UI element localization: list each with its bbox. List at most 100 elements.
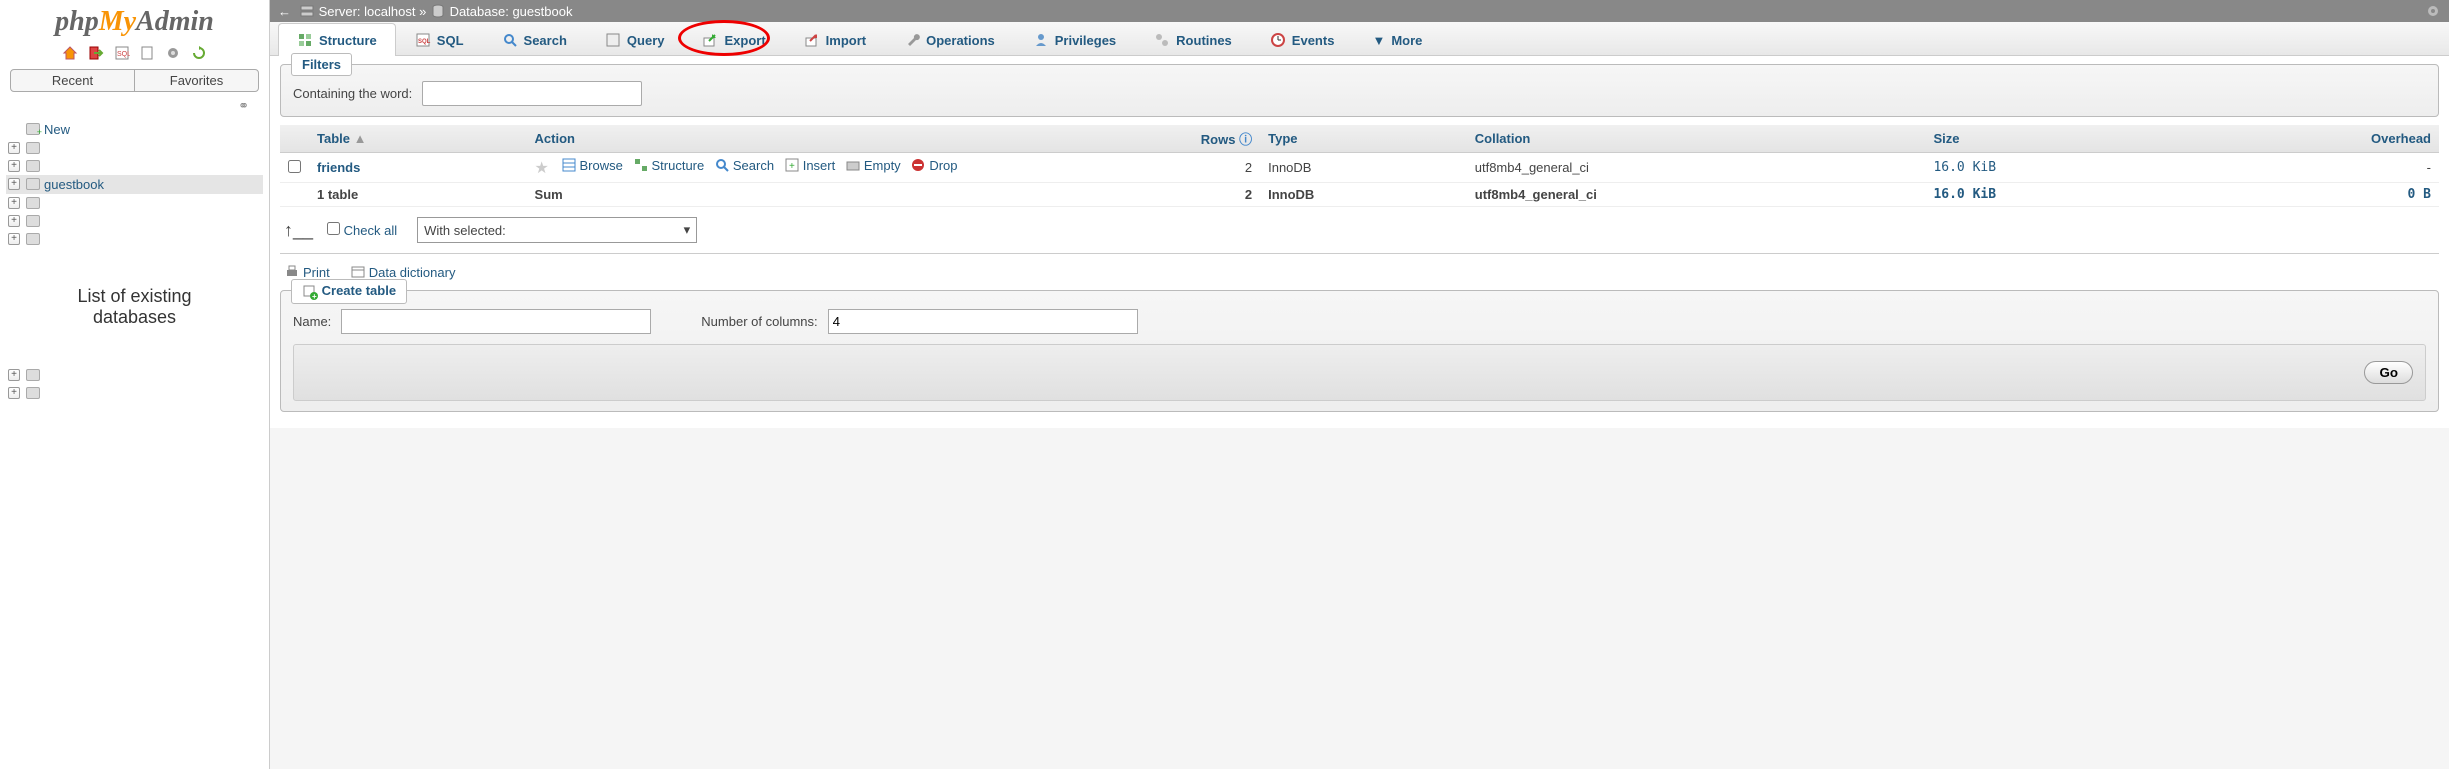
table-name-link[interactable]: friends xyxy=(317,160,360,175)
cols-label: Number of columns: xyxy=(701,314,817,329)
tables-list: Table ▲ Action Rows ⓘ Type Collation Siz… xyxy=(280,125,2439,207)
sql-icon: SQL xyxy=(415,32,431,48)
drop-icon xyxy=(910,157,926,173)
col-action: Action xyxy=(527,125,1037,153)
star-icon[interactable]: ★ xyxy=(535,160,549,177)
db-item[interactable]: + xyxy=(6,366,263,384)
col-type[interactable]: Type xyxy=(1260,125,1467,153)
new-db[interactable]: + New xyxy=(6,120,263,139)
table-name-input[interactable] xyxy=(341,309,651,334)
query-icon xyxy=(605,32,621,48)
links-row: Print Data dictionary xyxy=(280,254,2439,290)
tab-recent[interactable]: Recent xyxy=(11,70,135,91)
print-link[interactable]: Print xyxy=(284,264,330,280)
server-icon xyxy=(299,3,315,19)
checkall[interactable]: Check all xyxy=(327,222,403,238)
col-overhead[interactable]: Overhead xyxy=(2187,125,2439,153)
col-table[interactable]: Table ▲ xyxy=(309,125,527,153)
action-search[interactable]: Search xyxy=(714,157,774,173)
tab-favorites[interactable]: Favorites xyxy=(135,70,258,91)
create-table-fieldset: + Create table Name: Number of columns: … xyxy=(280,290,2439,412)
empty-icon xyxy=(845,157,861,173)
import-icon xyxy=(804,32,820,48)
svg-text:SQL: SQL xyxy=(117,51,130,58)
export-icon xyxy=(702,32,718,48)
tabbar: Structure SQLSQL Search Query Export Imp… xyxy=(270,22,2449,56)
svg-text:SQL: SQL xyxy=(418,39,431,45)
new-db-icon: + xyxy=(26,123,40,135)
structure-icon xyxy=(297,32,313,48)
browse-icon xyxy=(561,157,577,173)
back-arrow[interactable]: ← xyxy=(278,4,291,19)
row-checkbox[interactable] xyxy=(288,160,301,173)
print-icon xyxy=(284,264,300,280)
filter-label: Containing the word: xyxy=(293,86,412,101)
create-table-legend: + Create table xyxy=(291,279,407,304)
settings-gear-icon[interactable] xyxy=(2425,3,2441,19)
db-item-selected[interactable]: +guestbook xyxy=(6,175,263,194)
svg-text:+: + xyxy=(312,292,317,300)
sidebar-toolbar: SQL xyxy=(0,40,269,65)
go-button[interactable]: Go xyxy=(2364,361,2413,384)
name-label: Name: xyxy=(293,314,331,329)
db-item[interactable]: + xyxy=(6,384,263,402)
search-icon xyxy=(502,32,518,48)
col-collation[interactable]: Collation xyxy=(1467,125,1926,153)
db-tree: + New + + +guestbook + + + List of exist… xyxy=(0,116,269,406)
tab-search[interactable]: Search xyxy=(483,23,586,56)
doc-icon[interactable] xyxy=(139,45,155,61)
action-structure[interactable]: Structure xyxy=(633,157,705,173)
tab-query[interactable]: Query xyxy=(586,23,684,56)
col-rows[interactable]: Rows ⓘ xyxy=(1037,125,1261,153)
chevron-down-icon: ▼ xyxy=(1372,33,1385,48)
columns-input[interactable] xyxy=(828,309,1138,334)
help-icon[interactable]: ⓘ xyxy=(1239,132,1252,147)
action-empty[interactable]: Empty xyxy=(845,157,901,173)
filters-legend: Filters xyxy=(291,53,352,76)
with-selected-dropdown[interactable]: With selected:▾ xyxy=(417,217,697,243)
reload-icon[interactable] xyxy=(191,45,207,61)
database-icon xyxy=(430,3,446,19)
exit-icon[interactable] xyxy=(88,45,104,61)
logo[interactable]: phpMyAdmin xyxy=(0,0,269,40)
action-drop[interactable]: Drop xyxy=(910,157,957,173)
tab-export[interactable]: Export xyxy=(683,23,784,56)
db-item[interactable]: + xyxy=(6,230,263,248)
tab-routines[interactable]: Routines xyxy=(1135,23,1251,56)
sidebar-nav-tabs: Recent Favorites xyxy=(10,69,259,92)
home-icon[interactable] xyxy=(62,45,78,61)
db-item[interactable]: + xyxy=(6,212,263,230)
tab-structure[interactable]: Structure xyxy=(278,23,396,56)
filter-input[interactable] xyxy=(422,81,642,106)
tab-more[interactable]: ▼More xyxy=(1353,23,1441,56)
new-table-icon: + xyxy=(302,284,318,300)
db-item[interactable]: + xyxy=(6,194,263,212)
db-item[interactable]: + xyxy=(6,157,263,175)
sql-icon[interactable]: SQL xyxy=(114,45,130,61)
db-item[interactable]: + xyxy=(6,139,263,157)
action-browse[interactable]: Browse xyxy=(561,157,623,173)
tab-operations[interactable]: Operations xyxy=(885,23,1014,56)
action-insert[interactable]: +Insert xyxy=(784,157,836,173)
go-bar: Go xyxy=(293,344,2426,401)
privileges-icon xyxy=(1033,32,1049,48)
breadcrumb: ← Server: localhost » Database: guestboo… xyxy=(270,0,2449,22)
tab-import[interactable]: Import xyxy=(785,23,885,56)
sidebar: phpMyAdmin SQL Recent Favorites ⚭ + New … xyxy=(0,0,270,769)
sum-row: 1 table Sum 2 InnoDB utf8mb4_general_ci … xyxy=(280,183,2439,207)
annotation-text: List of existing databases xyxy=(6,248,263,366)
tab-privileges[interactable]: Privileges xyxy=(1014,23,1135,56)
sort-asc-icon: ▲ xyxy=(354,131,367,146)
gear-icon[interactable] xyxy=(165,45,181,61)
tab-events[interactable]: Events xyxy=(1251,23,1354,56)
svg-text:+: + xyxy=(789,161,795,172)
data-dictionary-link[interactable]: Data dictionary xyxy=(350,264,456,280)
chevron-down-icon: ▾ xyxy=(684,222,691,238)
arrow-up-icon: ↑__ xyxy=(284,220,313,241)
checkall-row: ↑__ Check all With selected:▾ xyxy=(280,207,2439,254)
table-row: friends ★ Browse Structure Search +Inser… xyxy=(280,153,2439,183)
tab-sql[interactable]: SQLSQL xyxy=(396,23,483,56)
search-icon xyxy=(714,157,730,173)
link-icon[interactable]: ⚭ xyxy=(0,96,269,116)
col-size[interactable]: Size xyxy=(1925,125,2186,153)
